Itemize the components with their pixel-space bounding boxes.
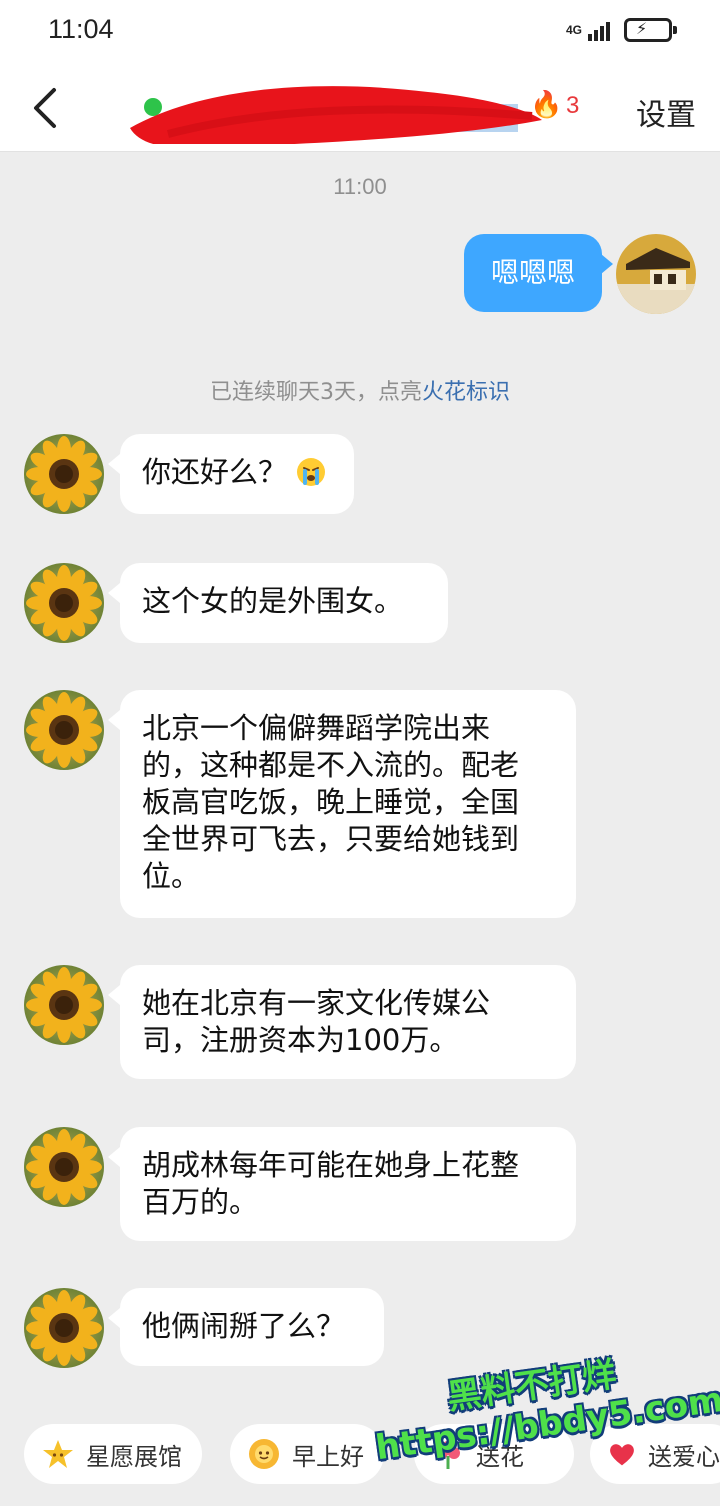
message-text: 嗯嗯嗯: [490, 256, 575, 289]
incoming-message-bubble[interactable]: 你还好么？: [120, 434, 354, 514]
incoming-message-bubble[interactable]: 北京一个偏僻舞蹈学院出来 的，这种都是不入流的。配老 板高官吃饭，晚上睡觉，全国…: [120, 690, 576, 918]
my-avatar[interactable]: [616, 234, 696, 314]
streak-notice-text: 已连续聊天3天，点亮: [209, 380, 422, 405]
bubble-tail: [108, 1308, 120, 1328]
chip-send-heart[interactable]: 送爱心: [590, 1424, 720, 1484]
crying-emoji-icon: [297, 458, 326, 486]
status-icons: 4G ⚡: [565, 18, 677, 42]
outgoing-message-bubble[interactable]: 嗯嗯嗯: [464, 234, 602, 312]
settings-button[interactable]: 设置: [636, 90, 696, 134]
message-text: 这个女的是外围女。: [142, 584, 404, 618]
bubble-tail: [601, 254, 613, 274]
bubble-tail: [108, 1147, 120, 1167]
incoming-message-bubble[interactable]: 她在北京有一家文化传媒公 司，注册资本为100万。: [120, 965, 576, 1079]
network-type: 4G: [565, 23, 582, 37]
chip-send-flower[interactable]: 送花: [414, 1424, 574, 1484]
message-line: 北京一个偏僻舞蹈学院出来: [142, 711, 491, 745]
contact-avatar[interactable]: [24, 1127, 104, 1207]
watermark-line: 黑料不打烊: [444, 1354, 619, 1418]
chip-label: 送爱心: [648, 1442, 720, 1471]
flower-icon: [436, 1441, 460, 1469]
status-time: 11:04: [48, 14, 114, 44]
message-line: 位。: [142, 859, 201, 893]
heart-icon: [610, 1444, 634, 1466]
status-bar: 11:04 4G ⚡: [0, 0, 720, 66]
quick-reply-bar: 星愿展馆 早上好 送花 送爱心: [0, 1424, 720, 1488]
battery-charging-icon: ⚡: [624, 18, 677, 42]
message-line: 全世界可飞去，只要给她钱到: [142, 822, 520, 856]
signal-icon: [588, 19, 610, 41]
incoming-message-bubble[interactable]: 胡成林每年可能在她身上花整 百万的。: [120, 1127, 576, 1241]
bubble-tail: [108, 454, 120, 474]
fire-streak-count: 3: [566, 92, 580, 119]
chat-header: 🔥 3 设置: [0, 66, 720, 152]
spark-badge-link[interactable]: 火花标识: [422, 380, 510, 405]
chip-label: 早上好: [292, 1442, 364, 1471]
message-line: 她在北京有一家文化传媒公: [142, 986, 491, 1020]
message-line: 的，这种都是不入流的。配老: [142, 748, 520, 782]
bubble-tail: [108, 710, 120, 730]
chip-good-morning[interactable]: 早上好: [230, 1424, 384, 1484]
chip-star-gallery[interactable]: 星愿展馆: [24, 1424, 202, 1484]
message-line: 胡成林每年可能在她身上花整: [142, 1148, 520, 1182]
contact-avatar[interactable]: [24, 434, 104, 514]
sun-face-icon: [249, 1439, 279, 1469]
redaction-scribble: [130, 86, 542, 144]
message-timestamp: 11:00: [333, 174, 387, 199]
contact-avatar[interactable]: [24, 965, 104, 1045]
incoming-message-bubble[interactable]: 他俩闹掰了么？: [120, 1288, 384, 1366]
contact-avatar[interactable]: [24, 690, 104, 770]
fire-icon: 🔥: [530, 90, 563, 120]
message-text: 他俩闹掰了么？: [142, 1309, 346, 1343]
bubble-tail: [108, 583, 120, 603]
chip-label: 星愿展馆: [86, 1442, 182, 1471]
bubble-tail: [108, 985, 120, 1005]
incoming-message-bubble[interactable]: 这个女的是外围女。: [120, 563, 448, 643]
message-text: 你还好么？: [142, 455, 288, 489]
contact-avatar[interactable]: [24, 563, 104, 643]
message-line: 司，注册资本为100万。: [142, 1023, 459, 1057]
star-icon: [43, 1440, 73, 1468]
message-line: 百万的。: [142, 1185, 259, 1219]
message-line: 板高官吃饭，晚上睡觉，全国: [142, 785, 520, 819]
contact-avatar[interactable]: [24, 1288, 104, 1368]
back-arrow-icon[interactable]: [28, 86, 64, 130]
chip-label: 送花: [476, 1442, 524, 1471]
streak-notice: 已连续聊天3天，点亮火花标识: [0, 374, 720, 406]
